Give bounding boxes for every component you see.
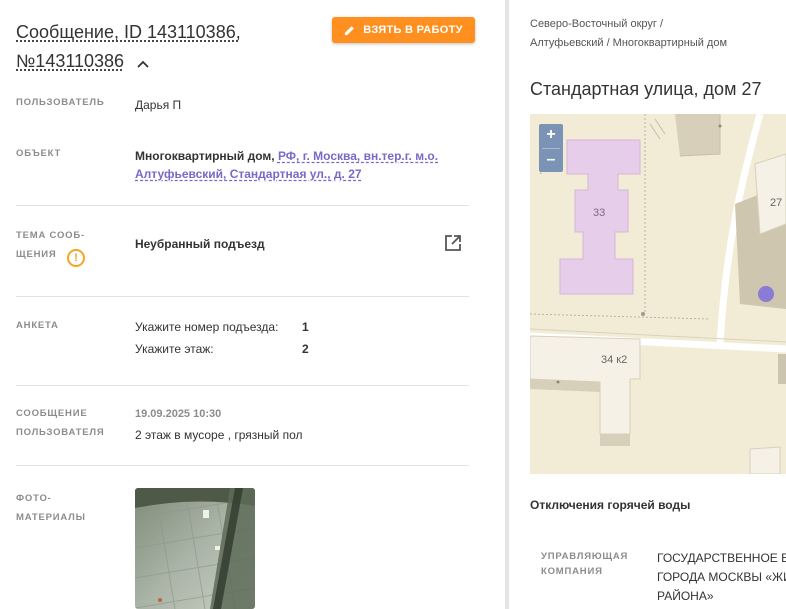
user-value: Дарья П [135,98,182,112]
building-label-27: 27 [770,197,783,209]
survey-answer: 2 [302,342,309,356]
object-address-link[interactable]: РФ, г. Москва, вн.тер.г. м.о. [278,149,438,163]
user-message-label: СООБЩЕНИЕ ПОЛЬЗОВАТЕЛЯ [16,408,105,438]
user-label: ПОЛЬЗОВАТЕЛЬ [16,97,105,108]
map-marker[interactable] [758,286,774,302]
user-message-text: 2 этаж в мусоре , грязный пол [135,428,303,442]
survey-question: Укажите этаж: [135,342,214,356]
divider [16,465,469,466]
object-value: Многоквартирный дом, РФ, г. Москва, вн.т… [135,149,439,181]
breadcrumb[interactable]: Алтуфьевский / Многоквартирный дом [530,37,727,49]
page-title: Стандартная улица, дом 27 [530,79,762,99]
external-link-icon[interactable] [444,234,462,257]
warning-icon[interactable]: ! [67,249,85,267]
divider [16,296,469,297]
divider [16,205,469,206]
survey-label: АНКЕТА [16,320,59,331]
survey-question: Укажите номер подъезда: [135,320,279,334]
user-message-date: 19.09.2025 10:30 [135,408,222,420]
management-company-label: УПРАВЛЯЮЩАЯ КОМПАНИЯ [541,551,629,577]
take-to-work-button[interactable]: ВЗЯТЬ В РАБОТУ [332,17,475,43]
management-company-value: ГОСУДАРСТВЕННОЕ БЮ ГОРОДА МОСКВЫ «ЖИ РАЙ… [657,551,786,603]
message-panel: Сообщение, ID 143110386, №143110386 ВЗЯТ… [0,0,505,609]
map[interactable]: 33 27 34 к2 + – [530,114,786,474]
hot-water-outages-heading: Отключения горячей воды [530,498,691,512]
zoom-in-button[interactable]: + [539,124,563,147]
address-panel: Северо-Восточный округ / Алтуфьевский / … [509,0,786,609]
chevron-up-icon[interactable] [137,48,149,77]
photo-label: ФОТО- МАТЕРИАЛЫ [16,493,86,523]
pencil-icon [345,25,355,35]
breadcrumb[interactable]: Северо-Восточный округ / [530,18,663,30]
zoom-out-button[interactable]: – [539,149,563,172]
survey-answer: 1 [302,320,309,334]
building-label-33: 33 [593,207,606,219]
building-label-34k2: 34 к2 [601,354,628,366]
message-title[interactable]: Сообщение, ID 143110386, №143110386 [16,18,316,77]
map-zoom-controls: + – [539,124,563,172]
object-address-link-2[interactable]: Алтуфьевский, Стандартная ул., д. 27 [135,167,362,181]
photo-thumbnail[interactable] [135,488,255,609]
object-label: ОБЪЕКТ [16,148,62,159]
divider [16,385,469,386]
topic-value: Неубранный подъезд [135,237,265,251]
